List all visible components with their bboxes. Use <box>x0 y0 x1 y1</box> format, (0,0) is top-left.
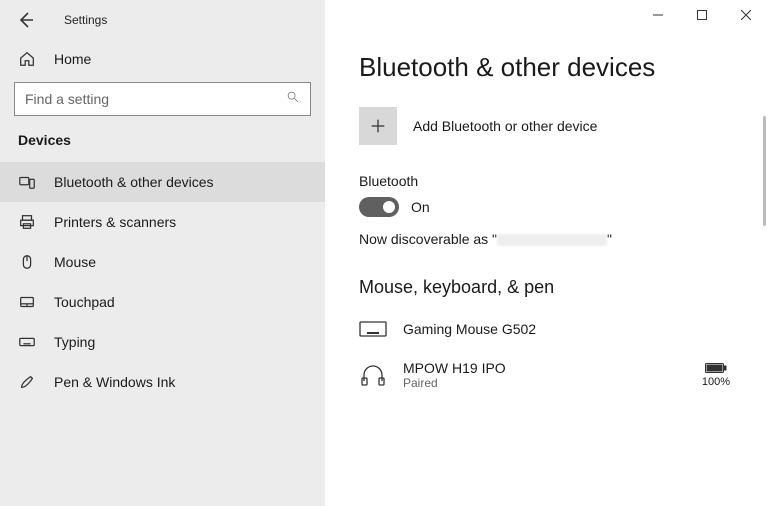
nav-touchpad[interactable]: Touchpad <box>0 282 325 322</box>
home-label: Home <box>54 51 91 67</box>
plus-icon <box>369 117 387 135</box>
printer-icon <box>18 213 36 231</box>
touchpad-icon <box>18 293 36 311</box>
device-text: Gaming Mouse G502 <box>403 321 536 337</box>
nav-item-label: Mouse <box>54 254 96 270</box>
device-text: MPOW H19 IPO Paired <box>403 360 506 390</box>
toggle-state-label: On <box>411 199 430 215</box>
bluetooth-heading: Bluetooth <box>359 173 738 189</box>
devices-icon <box>18 173 36 191</box>
page-title: Bluetooth & other devices <box>359 52 738 83</box>
nav-list: Bluetooth & other devices Printers & sca… <box>0 162 325 402</box>
toggle-knob <box>383 201 395 213</box>
battery-icon <box>705 362 727 374</box>
nav-item-label: Touchpad <box>54 294 115 310</box>
scrollbar[interactable] <box>763 116 766 226</box>
home-nav[interactable]: Home <box>0 40 325 82</box>
sidebar: Settings Home Devices Bluetooth & oth <box>0 0 325 506</box>
device-item[interactable]: MPOW H19 IPO Paired 100% <box>359 354 738 404</box>
home-icon <box>18 50 36 68</box>
add-tile <box>359 107 397 145</box>
close-button[interactable] <box>724 0 768 30</box>
nav-mouse[interactable]: Mouse <box>0 242 325 282</box>
discoverable-suffix: " <box>607 231 612 247</box>
bluetooth-toggle-row: On <box>359 197 738 217</box>
maximize-button[interactable] <box>680 0 724 30</box>
battery-percent: 100% <box>702 376 730 388</box>
nav-item-label: Typing <box>54 334 95 350</box>
nav-item-label: Bluetooth & other devices <box>54 174 214 190</box>
nav-printers[interactable]: Printers & scanners <box>0 202 325 242</box>
search-input[interactable] <box>25 91 286 107</box>
main-pane: Bluetooth & other devices Add Bluetooth … <box>325 0 768 506</box>
back-button[interactable] <box>16 10 36 30</box>
redacted-device-name <box>497 234 607 246</box>
discoverable-text: Now discoverable as " " <box>359 231 738 247</box>
nav-bluetooth[interactable]: Bluetooth & other devices <box>0 162 325 202</box>
arrow-left-icon <box>16 10 36 30</box>
device-status: Paired <box>403 376 506 390</box>
keyboard-device-icon <box>359 318 387 340</box>
nav-item-label: Printers & scanners <box>54 214 176 230</box>
minimize-button[interactable] <box>636 0 680 30</box>
add-device-label: Add Bluetooth or other device <box>413 118 597 134</box>
search-icon <box>286 90 300 109</box>
window-title: Settings <box>64 13 107 27</box>
keyboard-icon <box>18 333 36 351</box>
discoverable-prefix: Now discoverable as " <box>359 231 497 247</box>
device-name: Gaming Mouse G502 <box>403 321 536 337</box>
battery-indicator: 100% <box>702 362 730 388</box>
nav-item-label: Pen & Windows Ink <box>54 374 175 390</box>
device-name: MPOW H19 IPO <box>403 360 506 376</box>
section-mouse-keyboard-pen: Mouse, keyboard, & pen <box>359 277 738 298</box>
titlebar-left: Settings <box>0 0 325 40</box>
search-row <box>0 82 325 132</box>
nav-typing[interactable]: Typing <box>0 322 325 362</box>
nav-pen[interactable]: Pen & Windows Ink <box>0 362 325 402</box>
category-heading: Devices <box>0 132 325 162</box>
bluetooth-toggle[interactable] <box>359 197 399 217</box>
search-box[interactable] <box>14 82 311 116</box>
add-device-row[interactable]: Add Bluetooth or other device <box>359 107 738 145</box>
mouse-icon <box>18 253 36 271</box>
pen-icon <box>18 373 36 391</box>
window-controls <box>636 0 768 30</box>
device-item[interactable]: Gaming Mouse G502 <box>359 312 738 354</box>
headphones-icon <box>359 364 387 386</box>
